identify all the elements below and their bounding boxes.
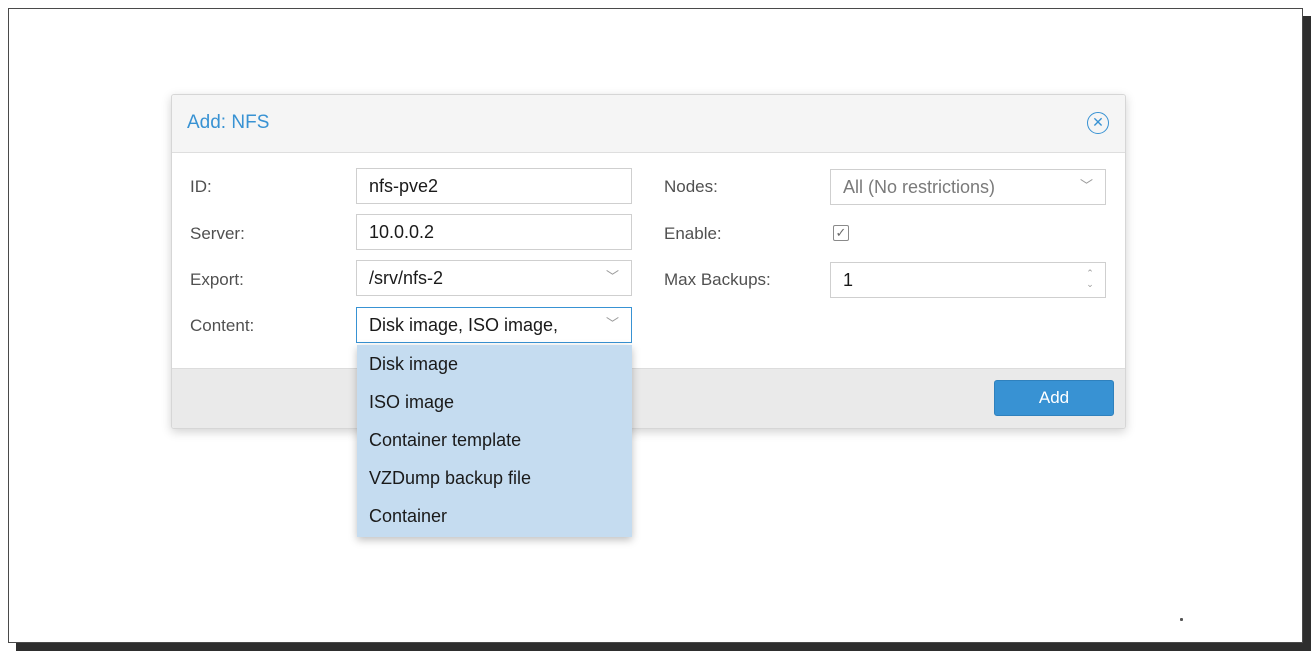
close-icon[interactable]: ✕ <box>1087 112 1109 134</box>
dropdown-option-iso-image[interactable]: ISO image <box>357 383 632 421</box>
export-combobox[interactable]: /srv/nfs-2 ﹀ <box>356 260 632 296</box>
chevron-down-icon[interactable]: ﹀ <box>606 261 619 293</box>
content-field-value: Disk image, ISO image, <box>369 315 559 335</box>
content-dropdown-list: Disk image ISO image Container template … <box>357 345 632 537</box>
content-combobox[interactable]: Disk image, ISO image, ﹀ <box>356 307 632 343</box>
dropdown-option-container-template[interactable]: Container template <box>357 421 632 459</box>
content-label: Content: <box>190 316 255 335</box>
max-backups-label: Max Backups: <box>664 270 771 289</box>
mouse-cursor <box>1180 618 1183 621</box>
add-button[interactable]: Add <box>994 380 1114 416</box>
server-field-value: 10.0.0.2 <box>369 222 435 242</box>
max-backups-value: 1 <box>843 270 854 290</box>
id-field[interactable]: nfs-pve2 <box>356 168 632 204</box>
dialog-footer: Add <box>172 368 1125 428</box>
id-label: ID: <box>190 177 212 196</box>
nodes-combobox[interactable]: All (No restrictions) ﹀ <box>830 169 1106 205</box>
export-field-value: /srv/nfs-2 <box>369 268 444 288</box>
dropdown-option-disk-image[interactable]: Disk image <box>357 345 632 383</box>
dropdown-option-container[interactable]: Container <box>357 497 632 535</box>
enable-label: Enable: <box>664 224 722 243</box>
nodes-label: Nodes: <box>664 177 718 196</box>
enable-checkbox[interactable]: ✓ <box>833 225 849 241</box>
chevron-down-icon[interactable]: ﹀ <box>606 308 619 340</box>
export-label: Export: <box>190 270 244 289</box>
dialog-title: Add: NFS <box>187 112 270 133</box>
chevron-down-icon[interactable]: ﹀ <box>1080 170 1093 202</box>
max-backups-field[interactable]: 1 ⌃ ⌄ <box>830 262 1106 298</box>
server-field[interactable]: 10.0.0.2 <box>356 214 632 250</box>
id-field-value: nfs-pve2 <box>369 176 439 196</box>
server-label: Server: <box>190 224 245 243</box>
spinner-icon[interactable]: ⌃ ⌄ <box>1085 268 1095 292</box>
dialog-header: Add: NFS ✕ <box>172 95 1125 153</box>
dropdown-option-vzdump-backup-file[interactable]: VZDump backup file <box>357 459 632 497</box>
nodes-field-value: All (No restrictions) <box>843 177 996 197</box>
